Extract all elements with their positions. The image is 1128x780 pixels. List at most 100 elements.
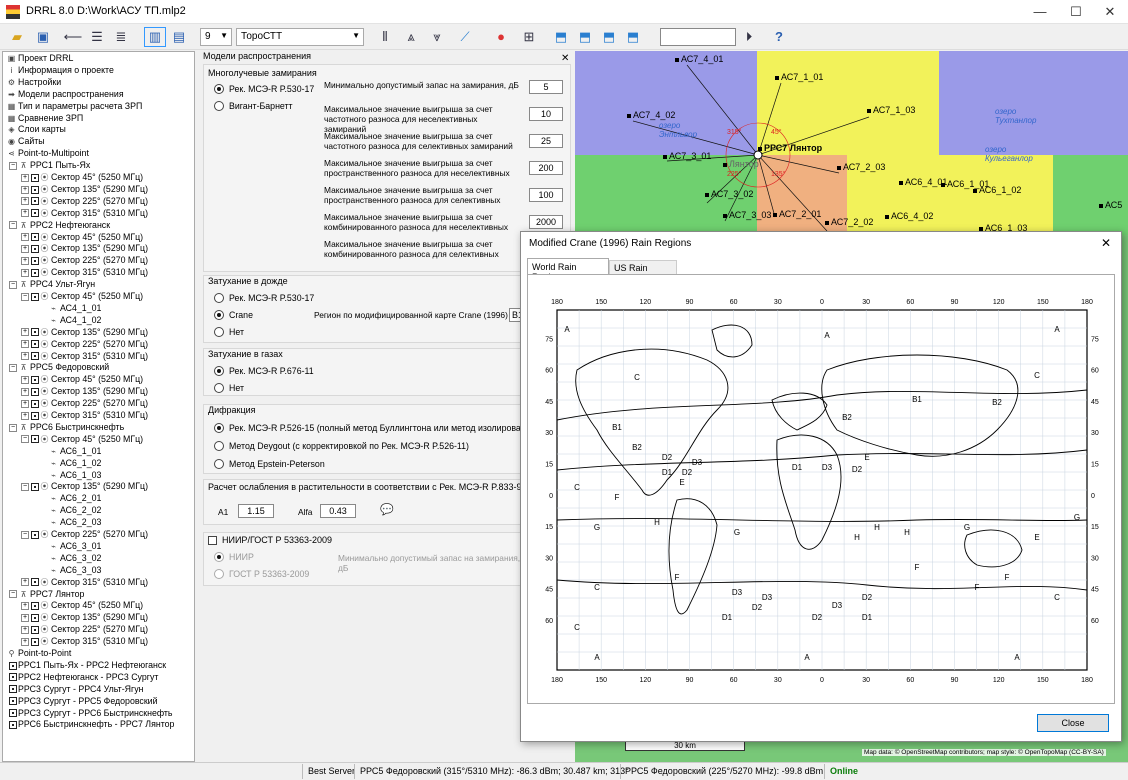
export-1-icon[interactable]: ⬒ (550, 27, 572, 47)
expander-icon[interactable]: − (9, 280, 17, 289)
expander-icon[interactable]: + (21, 352, 29, 361)
expander-icon[interactable]: + (21, 637, 29, 646)
checkbox[interactable] (31, 613, 39, 622)
tree-item[interactable]: + ⦿ Сектор 45° (5250 МГц) (21, 232, 143, 244)
tree-item[interactable]: + ⦿ Сектор 225° (5270 МГц) (21, 196, 148, 208)
close-window-button[interactable]: ✕ (1092, 0, 1128, 24)
tree-item[interactable]: РРС2 Нефтеюганск - РРС3 Сургут (9, 672, 158, 684)
site-label[interactable]: АС7_2_01 (772, 209, 821, 219)
tree-item[interactable]: РРС3 Сургут - РРС5 Федоровский (9, 696, 158, 708)
map-attribution[interactable]: Map data: © OpenStreetMap contributors; … (862, 749, 1106, 756)
tree-item[interactable]: + ⦿ Сектор 225° (5270 МГц) (21, 339, 148, 351)
diff-p526-radio[interactable]: Рек. МСЭ-R P.526-15 (полный метод Буллин… (214, 423, 541, 433)
tree-item[interactable]: + ⦿ Сектор 135° (5290 МГц) (21, 184, 148, 196)
tree-item[interactable]: + ⦿ Сектор 315° (5310 МГц) (21, 410, 148, 422)
open-folder-icon[interactable]: ▰ (6, 27, 28, 47)
expander-icon[interactable]: + (21, 625, 29, 634)
tree-item[interactable]: + ⦿ Сектор 315° (5310 МГц) (21, 577, 148, 589)
antenna-height-icon[interactable]: ⫴ (374, 27, 396, 47)
align-list-icon[interactable]: ≣ (110, 27, 132, 47)
tree-item[interactable]: − ⦿ Сектор 225° (5270 МГц) (21, 529, 148, 541)
gost-radio[interactable]: ГОСТ Р 53363-2009 (214, 569, 309, 579)
checkbox[interactable] (31, 625, 39, 634)
site-label[interactable]: АС6_1_02 (972, 185, 1021, 195)
tree-item[interactable]: РРС3 Сургут - РРС6 Быстринскнефть (9, 708, 173, 720)
checkbox[interactable] (31, 399, 39, 408)
expander-icon[interactable]: − (9, 364, 17, 373)
niir-radio[interactable]: НИИР (214, 552, 254, 562)
site-label[interactable]: АС7_3_02 (704, 189, 753, 199)
a1-input[interactable]: 1.15 (238, 504, 274, 518)
checkbox[interactable] (31, 483, 39, 492)
expander-icon[interactable]: + (21, 197, 29, 206)
site-label[interactable]: АС7_2_02 (824, 217, 873, 227)
tree-item[interactable]: − ⊼ РРС7 Лянтор (9, 589, 84, 601)
checkbox[interactable] (31, 375, 39, 384)
expander-icon[interactable]: + (21, 578, 29, 587)
expander-icon[interactable]: + (21, 602, 29, 611)
site-label[interactable]: АС7_4_01 (674, 54, 723, 64)
go-icon[interactable]: ⏵ (738, 27, 760, 47)
tree-item[interactable]: ⌁ АС4_1_01 (49, 303, 101, 315)
tree-item[interactable]: ⌁ АС6_2_01 (49, 493, 101, 505)
tree-item[interactable]: ⚙ Настройки (7, 77, 61, 89)
tree-item[interactable]: ⌁ АС6_1_03 (49, 470, 101, 482)
export-3-icon[interactable]: ⬒ (598, 27, 620, 47)
checkbox[interactable] (31, 352, 39, 361)
expander-icon[interactable]: − (21, 292, 29, 301)
rain-none-radio[interactable]: Нет (214, 327, 244, 337)
expander-icon[interactable]: + (21, 185, 29, 194)
checkbox[interactable] (31, 328, 39, 337)
layout-left-icon[interactable]: ▥ (144, 27, 166, 47)
tab-world-rain-regions[interactable]: World Rain Regions (527, 258, 609, 282)
tree-item[interactable]: ◈ Слои карты (7, 124, 65, 136)
tree-item[interactable]: + ⦿ Сектор 135° (5290 МГц) (21, 327, 148, 339)
expander-icon[interactable]: + (21, 256, 29, 265)
tree-item[interactable]: + ⦿ Сектор 315° (5310 МГц) (21, 636, 148, 648)
tree-item[interactable]: ⌁ АС6_2_02 (49, 505, 101, 517)
tree-item[interactable]: + ⦿ Сектор 45° (5250 МГц) (21, 374, 143, 386)
checkbox[interactable] (31, 530, 39, 539)
tree-item[interactable]: ⌁ АС6_1_01 (49, 446, 101, 458)
site-label[interactable]: АС7_3_03 (722, 210, 771, 220)
chat-icon[interactable]: 💬 (380, 503, 394, 516)
map-source-select[interactable]: ТороСТТ ▼ (236, 28, 364, 46)
checkbox[interactable] (31, 173, 39, 182)
checkbox[interactable] (31, 256, 39, 265)
align-center-icon[interactable]: ☰ (86, 27, 108, 47)
multipath-param-input[interactable]: 10 (529, 107, 563, 121)
tree-item[interactable]: i Информация о проекте (7, 65, 114, 77)
search-input[interactable] (660, 28, 736, 46)
expander-icon[interactable]: − (9, 423, 17, 432)
gas-p676-radio[interactable]: Рек. МСЭ-R P.676-11 (214, 366, 314, 376)
checkbox[interactable] (31, 233, 39, 242)
tree-item[interactable]: ⌁ АС6_3_02 (49, 553, 101, 565)
checkbox[interactable] (31, 185, 39, 194)
checkbox[interactable] (9, 721, 17, 730)
tree-item[interactable]: + ⦿ Сектор 315° (5310 МГц) (21, 267, 148, 279)
tree-item[interactable]: ⌁ АС6_3_01 (49, 541, 101, 553)
tree-item[interactable]: + ⦿ Сектор 315° (5310 МГц) (21, 351, 148, 363)
checkbox[interactable] (31, 387, 39, 396)
site-label[interactable]: АС7_3_01 (662, 151, 711, 161)
expander-icon[interactable]: − (21, 435, 29, 444)
site-label[interactable]: АС7_4_02 (626, 110, 675, 120)
checkbox[interactable] (31, 578, 39, 587)
color-layers-icon[interactable]: ● (490, 27, 512, 47)
multipath-param-input[interactable]: 100 (529, 188, 563, 202)
expander-icon[interactable]: − (9, 161, 17, 170)
tree-item[interactable]: ⌁ АС6_1_02 (49, 458, 101, 470)
tree-item[interactable]: ▦ Тип и параметры расчета ЗРП (7, 101, 143, 113)
multipath-param-input[interactable]: 2000 (529, 215, 563, 229)
expander-icon[interactable]: + (21, 268, 29, 277)
tree-item[interactable]: + ⦿ Сектор 225° (5270 МГц) (21, 255, 148, 267)
checkbox[interactable] (31, 411, 39, 420)
expander-icon[interactable]: + (21, 411, 29, 420)
tree-item[interactable]: ◉ Сайты (7, 136, 45, 148)
tree-item[interactable]: − ⊼ РРС6 Быстринскнефть (9, 422, 124, 434)
tree-item[interactable]: + ⦿ Сектор 225° (5270 МГц) (21, 398, 148, 410)
tree-item[interactable]: ▦ Сравнение ЗРП (7, 113, 83, 125)
tree-item[interactable]: + ⦿ Сектор 135° (5290 МГц) (21, 612, 148, 624)
multipath-vigant-radio[interactable]: Вигант-Барнетт (214, 101, 293, 111)
align-left-icon[interactable]: ⟵ (62, 27, 84, 47)
